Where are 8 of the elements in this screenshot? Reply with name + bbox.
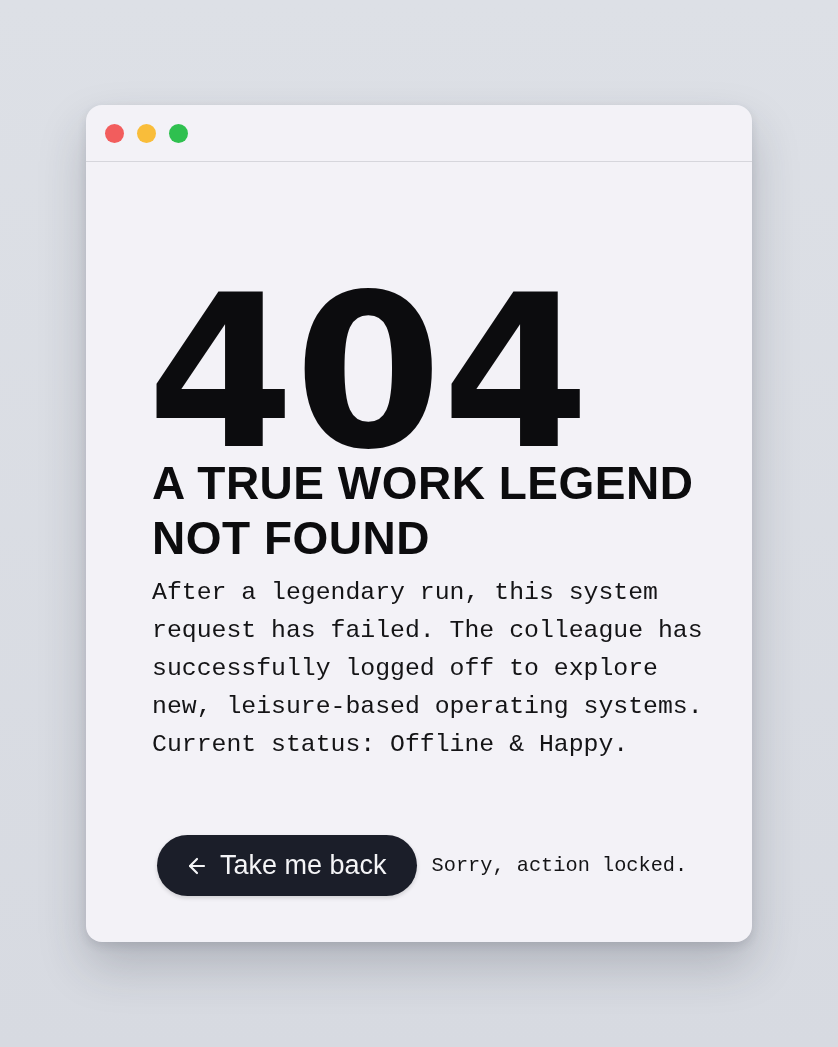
back-button[interactable]: Take me back [157,835,417,896]
window-control-icon[interactable] [105,123,124,143]
window-control-icon[interactable] [137,123,156,143]
error-message: After a legendary run, this system request has failed. The colleague has successfully logged off to explore new, leisure-based operating systems. Current status: Offline & Happy. [152,577,704,760]
locked-note: Sorry, action locked. [431,854,688,877]
error-code: 404 [147,290,590,456]
window-control-icon[interactable] [169,123,188,143]
error-heading: A TRUE WORK LEGEND NOT FOUND [152,456,695,566]
